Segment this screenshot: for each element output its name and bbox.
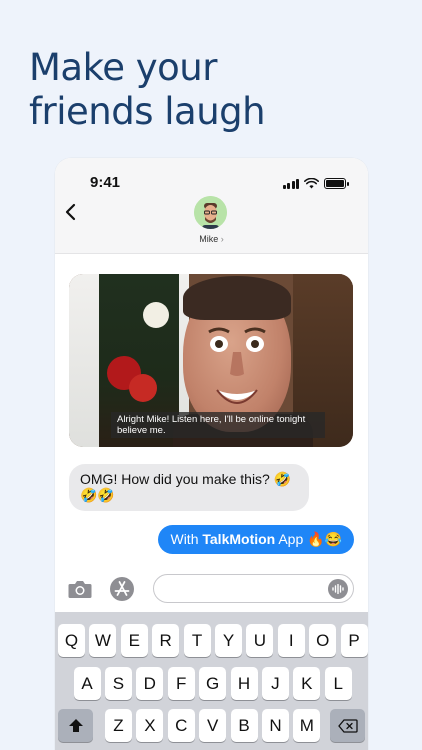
contact-name[interactable]: Mike › (55, 234, 368, 244)
key-c[interactable]: C (167, 709, 195, 742)
keyboard: QWERTYUIOP ASDFGHJKL ZXCVBNM (55, 612, 368, 750)
wifi-icon (304, 178, 319, 189)
compose-bar (55, 568, 368, 612)
contact-name-text: Mike (199, 234, 219, 244)
gif-subtitle: Alright Mike! Listen here, I'll be onlin… (111, 412, 325, 438)
audio-record-button[interactable] (328, 579, 348, 599)
key-v[interactable]: V (199, 709, 227, 742)
key-q[interactable]: Q (58, 624, 85, 657)
back-button[interactable] (59, 200, 81, 224)
key-m[interactable]: M (293, 709, 321, 742)
headline-line-2: friends laugh (29, 90, 266, 133)
waveform-icon (332, 584, 344, 594)
headline-line-1: Make your (29, 46, 217, 89)
outgoing-message-app-name: TalkMotion (202, 531, 276, 547)
key-l[interactable]: L (324, 667, 352, 700)
conversation-header: 9:41 Mike › (55, 158, 368, 254)
chevron-left-icon (65, 203, 76, 221)
key-h[interactable]: H (230, 667, 258, 700)
shift-key[interactable] (58, 709, 93, 742)
key-w[interactable]: W (89, 624, 117, 657)
key-g[interactable]: G (199, 667, 227, 700)
status-icons (282, 178, 349, 189)
key-t[interactable]: T (183, 624, 211, 657)
outgoing-message-prefix: With (170, 531, 203, 547)
key-r[interactable]: R (152, 624, 180, 657)
key-p[interactable]: P (340, 624, 368, 657)
gif-red-ornament (129, 374, 157, 402)
message-input[interactable] (153, 574, 354, 603)
key-u[interactable]: U (246, 624, 274, 657)
memoji-avatar-icon (194, 196, 227, 229)
key-e[interactable]: E (120, 624, 148, 657)
battery-icon (324, 178, 349, 189)
delete-key[interactable] (330, 709, 365, 742)
key-b[interactable]: B (230, 709, 258, 742)
app-store-button[interactable] (109, 576, 135, 602)
gif-white-flower (143, 302, 169, 328)
outgoing-message: With TalkMotion App 🔥😂 (158, 525, 354, 554)
camera-button[interactable] (67, 578, 93, 600)
gif-message[interactable]: Alright Mike! Listen here, I'll be onlin… (69, 274, 353, 447)
key-d[interactable]: D (136, 667, 164, 700)
phone-screen: 9:41 Mike › Alright Mike! Listen here, I… (55, 158, 368, 750)
app-store-icon (110, 577, 134, 601)
chevron-right-icon: › (220, 234, 224, 244)
shift-icon (68, 719, 83, 732)
key-x[interactable]: X (136, 709, 164, 742)
key-s[interactable]: S (104, 667, 132, 700)
camera-icon (68, 581, 92, 598)
key-f[interactable]: F (167, 667, 195, 700)
headline: Make your friends laugh (29, 46, 409, 134)
key-z[interactable]: Z (105, 709, 132, 742)
key-o[interactable]: O (309, 624, 337, 657)
status-time: 9:41 (90, 174, 121, 191)
outgoing-message-suffix: App 🔥😂 (275, 531, 342, 547)
key-i[interactable]: I (277, 624, 305, 657)
key-n[interactable]: N (262, 709, 289, 742)
contact-avatar[interactable] (194, 196, 227, 229)
delete-icon (337, 718, 358, 733)
key-j[interactable]: J (261, 667, 289, 700)
gif-person-hair (183, 276, 291, 320)
key-a[interactable]: A (73, 667, 101, 700)
key-y[interactable]: Y (215, 624, 242, 657)
signal-icon (282, 178, 299, 189)
incoming-message: OMG! How did you make this? 🤣🤣🤣 (69, 464, 309, 511)
key-k[interactable]: K (293, 667, 321, 700)
